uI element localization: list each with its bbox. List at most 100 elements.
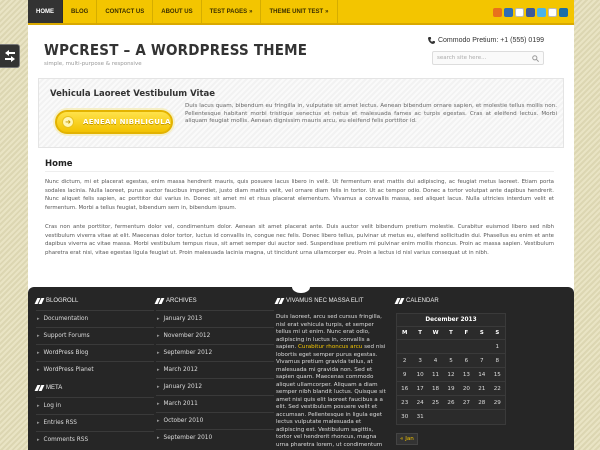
calendar: December 2013 MTWTFSS 1 2 3 4 5 6 7 8 9 10 11 12 13 1…	[396, 313, 506, 425]
calendar-header-row: MTWTFSS	[397, 326, 505, 340]
sidebar-toggle-button[interactable]	[0, 44, 20, 68]
footer-link-item[interactable]: ▸ WordPress Planet	[36, 361, 154, 378]
site-header: WPCREST – A WORDPRESS THEME simple, mult…	[28, 25, 574, 78]
footer-link-item[interactable]: ▸ Log in	[36, 397, 154, 414]
footer-link-item[interactable]: ▸ January 2012	[156, 378, 274, 395]
search-icon[interactable]	[532, 54, 539, 62]
skype-icon[interactable]	[515, 8, 524, 17]
title-mark-icon	[34, 385, 45, 391]
social-icons	[493, 8, 568, 17]
bullet-icon: ▸	[157, 333, 160, 339]
calendar-week-row: 1	[397, 339, 505, 354]
footer-link-item[interactable]: ▸ September 2012	[156, 344, 274, 361]
nav-item-test-pages[interactable]: Test Pages»	[202, 0, 262, 23]
text-widget-link[interactable]: Curabitur rhoncus arcu	[298, 344, 362, 350]
footer-link-item[interactable]: ▸ Entries RSS	[36, 414, 154, 431]
calendar-day: 14	[474, 367, 490, 382]
footer-link-item[interactable]: ▸ January 2013	[156, 310, 274, 327]
nav-item-label: Home	[36, 8, 54, 15]
calendar-day: 25	[427, 395, 444, 410]
linkedin-icon[interactable]	[559, 8, 568, 17]
twitter-icon[interactable]	[537, 8, 546, 17]
footer-link-item[interactable]: ▸ September 2010	[156, 429, 274, 446]
footer-link-item[interactable]: ▸ October 2010	[156, 412, 274, 429]
rss-icon[interactable]	[493, 8, 502, 17]
calendar-prev-link[interactable]: « Jan	[396, 432, 418, 445]
calendar-day-header: S	[474, 326, 490, 340]
footer-link-label: November 2012	[163, 333, 211, 339]
calendar-body: 1 2 3 4 5 6 7 8 9 10 11 12 13 14 15 16 17 18 19 20 21 22 23 24 2…	[397, 339, 505, 424]
title-mark-icon	[34, 298, 45, 304]
calendar-week-row: 16 17 18 19 20 21 22	[397, 381, 505, 396]
calendar-day: 7	[474, 353, 490, 368]
calendar-day: 13	[458, 367, 475, 382]
footer-link-label: Support Forums	[43, 333, 90, 339]
text-widget-body: Duis laoreet, arcu sed cursus fringilla,…	[276, 314, 388, 449]
main-content: Vehicula Laoreet Vestibulum Vitae ➜ AENE…	[28, 78, 574, 310]
site-title[interactable]: WPCREST – A WORDPRESS THEME	[44, 41, 307, 59]
nav-item-theme-unit-test[interactable]: Theme Unit Test»	[261, 0, 338, 23]
bullet-icon: ▸	[157, 316, 160, 322]
top-navigation: Home Blog Contact Us About Us Test Pages» The…	[28, 0, 574, 25]
email-icon[interactable]	[504, 8, 513, 17]
featured-button-label: AENEAN NIBHLIGULA	[83, 118, 171, 126]
calendar-day: 8	[489, 353, 505, 368]
calendar-day	[458, 339, 475, 354]
nav-item-contact-us[interactable]: Contact Us	[97, 0, 154, 23]
arrow-right-icon: ➜	[62, 116, 74, 128]
footer-link-item[interactable]: ▸ Support Forums	[36, 327, 154, 344]
footer-link-item[interactable]: ▸ March 2011	[156, 395, 274, 412]
footer-link-label: September 2010	[163, 435, 213, 441]
widget-title-text: VIVAMUS NEC MASSA ELIT	[286, 298, 364, 304]
calendar-day: 22	[489, 381, 505, 396]
calendar-day: 17	[412, 381, 428, 396]
calendar-day: 6	[458, 353, 475, 368]
footer-link-label: WordPress Planet	[43, 367, 94, 373]
footer-notch	[292, 281, 310, 293]
footer-link-label: March 2011	[163, 401, 198, 407]
text-widget-rest: sed nisi lobortis eget semper purus eges…	[276, 344, 386, 448]
nav-item-blog[interactable]: Blog	[63, 0, 98, 23]
widget-title-text: CALENDAR	[406, 298, 439, 304]
title-mark-icon	[394, 298, 405, 304]
calendar-day: 18	[427, 381, 444, 396]
calendar-day: 5	[443, 353, 459, 368]
footer-link-item[interactable]: ▸ Documentation	[36, 310, 154, 327]
calendar-day	[412, 339, 428, 354]
nav-item-label: Blog	[71, 8, 89, 15]
footer-link-label: Entries RSS	[43, 420, 77, 426]
calendar-day: 29	[489, 395, 505, 410]
bullet-icon: ▸	[37, 316, 40, 322]
facebook-icon[interactable]	[526, 8, 535, 17]
meta-list: ▸ Log in ▸ Entries RSS ▸ Comments RSS	[36, 397, 154, 448]
featured-button[interactable]: ➜ AENEAN NIBHLIGULA	[55, 110, 173, 134]
calendar-day: 9	[397, 367, 413, 382]
calendar-day: 20	[458, 381, 475, 396]
footer-link-item[interactable]: ▸ November 2012	[156, 327, 274, 344]
footer-column-blogroll: BLOGROLL ▸ Documentation ▸ Support Forums ▸ W…	[34, 295, 154, 448]
content-paragraph: Cras non ante porttitor, fermentum dolor…	[45, 224, 554, 256]
calendar-week-row: 23 24 25 26 27 28 29	[397, 395, 505, 410]
widget-title-text: ARCHIVES	[166, 298, 197, 304]
page-wrapper: Home Blog Contact Us About Us Test Pages» The…	[28, 0, 574, 450]
nav-item-about-us[interactable]: About Us	[153, 0, 202, 23]
calendar-day: 16	[397, 381, 413, 396]
calendar-day	[427, 409, 444, 424]
footer: BLOGROLL ▸ Documentation ▸ Support Forums ▸ W…	[28, 281, 574, 450]
divider	[45, 171, 554, 172]
flickr-icon[interactable]	[548, 8, 557, 17]
page-title: Home	[45, 159, 73, 169]
footer-link-item[interactable]: ▸ March 2012	[156, 361, 274, 378]
footer-link-item[interactable]: ▸ Comments RSS	[36, 431, 154, 448]
nav-item-home[interactable]: Home	[28, 0, 63, 23]
widget-title: ARCHIVES	[154, 295, 274, 307]
bullet-icon: ▸	[37, 420, 40, 426]
widget-title-text: META	[46, 385, 63, 391]
calendar-day-header: T	[443, 326, 459, 340]
calendar-week-row: 30 31	[397, 409, 505, 424]
calendar-day	[427, 339, 444, 354]
footer-link-label: Log in	[43, 403, 61, 409]
calendar-day: 11	[427, 367, 444, 382]
footer-link-item[interactable]: ▸ WordPress Blog	[36, 344, 154, 361]
search-input[interactable]: search site here...	[432, 51, 544, 65]
